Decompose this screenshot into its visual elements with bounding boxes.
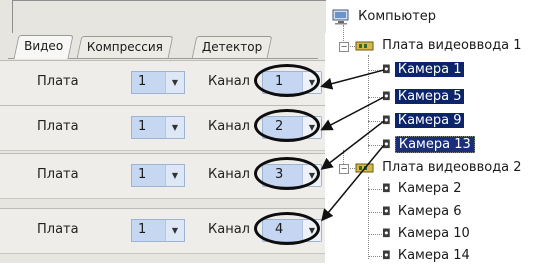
board-1-label: Плата видеоввода 1 — [382, 38, 522, 53]
camera-label: Камера 9 — [394, 113, 465, 128]
camera-label: Камера 10 — [397, 226, 470, 241]
camera-label: Камера 5 — [394, 89, 465, 104]
board-icon — [355, 163, 374, 172]
tree-guide — [368, 212, 382, 213]
tree-node-camera[interactable]: ◘ Камера 5 — [382, 88, 465, 106]
tree-node-computer[interactable]: Компьютер — [331, 8, 439, 26]
camera-label: Камера 1 — [394, 62, 465, 77]
tree-node-camera[interactable]: ◘ Камера 6 — [382, 203, 464, 221]
camera-icon: ◘ — [382, 138, 391, 151]
tree-node-camera[interactable]: ◘ Камера 10 — [382, 225, 473, 243]
camera-icon: ◘ — [382, 205, 391, 218]
tree-node-camera[interactable]: ◘ Камера 2 — [382, 180, 464, 198]
camera-label: Камера 13 — [394, 136, 475, 153]
tree-node-camera[interactable]: ◘ Камера 14 — [382, 247, 473, 265]
camera-icon: ◘ — [382, 90, 391, 103]
board-2-label: Плата видеоввода 2 — [382, 160, 522, 175]
tree-guide — [368, 70, 382, 71]
camera-icon: ◘ — [382, 182, 391, 195]
tree-node-camera[interactable]: ◘ Камера 1 — [382, 61, 465, 79]
tree-node-board-1[interactable]: Плата видеоввода 1 — [355, 37, 525, 55]
tree-node-camera[interactable]: ◘ Камера 13 — [382, 136, 475, 154]
tree-node-board-2[interactable]: Плата видеоввода 2 — [355, 159, 525, 177]
camera-icon: ◘ — [382, 249, 391, 262]
tree-guide — [368, 97, 382, 98]
minus-box-icon[interactable]: − — [339, 164, 349, 174]
computer-label: Компьютер — [358, 9, 437, 24]
camera-icon: ◘ — [382, 227, 391, 240]
tree-node-camera[interactable]: ◘ Камера 9 — [382, 112, 465, 130]
tree-guide — [368, 189, 382, 190]
camera-label: Камера 2 — [397, 181, 462, 196]
minus-box-icon[interactable]: − — [339, 42, 349, 52]
tree-guide — [368, 256, 382, 257]
tab-video-label: Видео — [24, 39, 64, 53]
computer-icon — [332, 9, 349, 24]
tab-video[interactable]: Видео — [13, 35, 74, 59]
board-icon — [355, 41, 374, 50]
camera-icon: ◘ — [382, 63, 391, 76]
hardware-tree: Компьютер − Плата видеоввода 1 ◘ Камера … — [0, 0, 547, 263]
tree-guide — [368, 145, 382, 146]
camera-label: Камера 6 — [397, 204, 462, 219]
tree-guide — [368, 234, 382, 235]
camera-label: Камера 14 — [397, 248, 470, 263]
camera-icon: ◘ — [382, 114, 391, 127]
tree-guide — [368, 121, 382, 122]
